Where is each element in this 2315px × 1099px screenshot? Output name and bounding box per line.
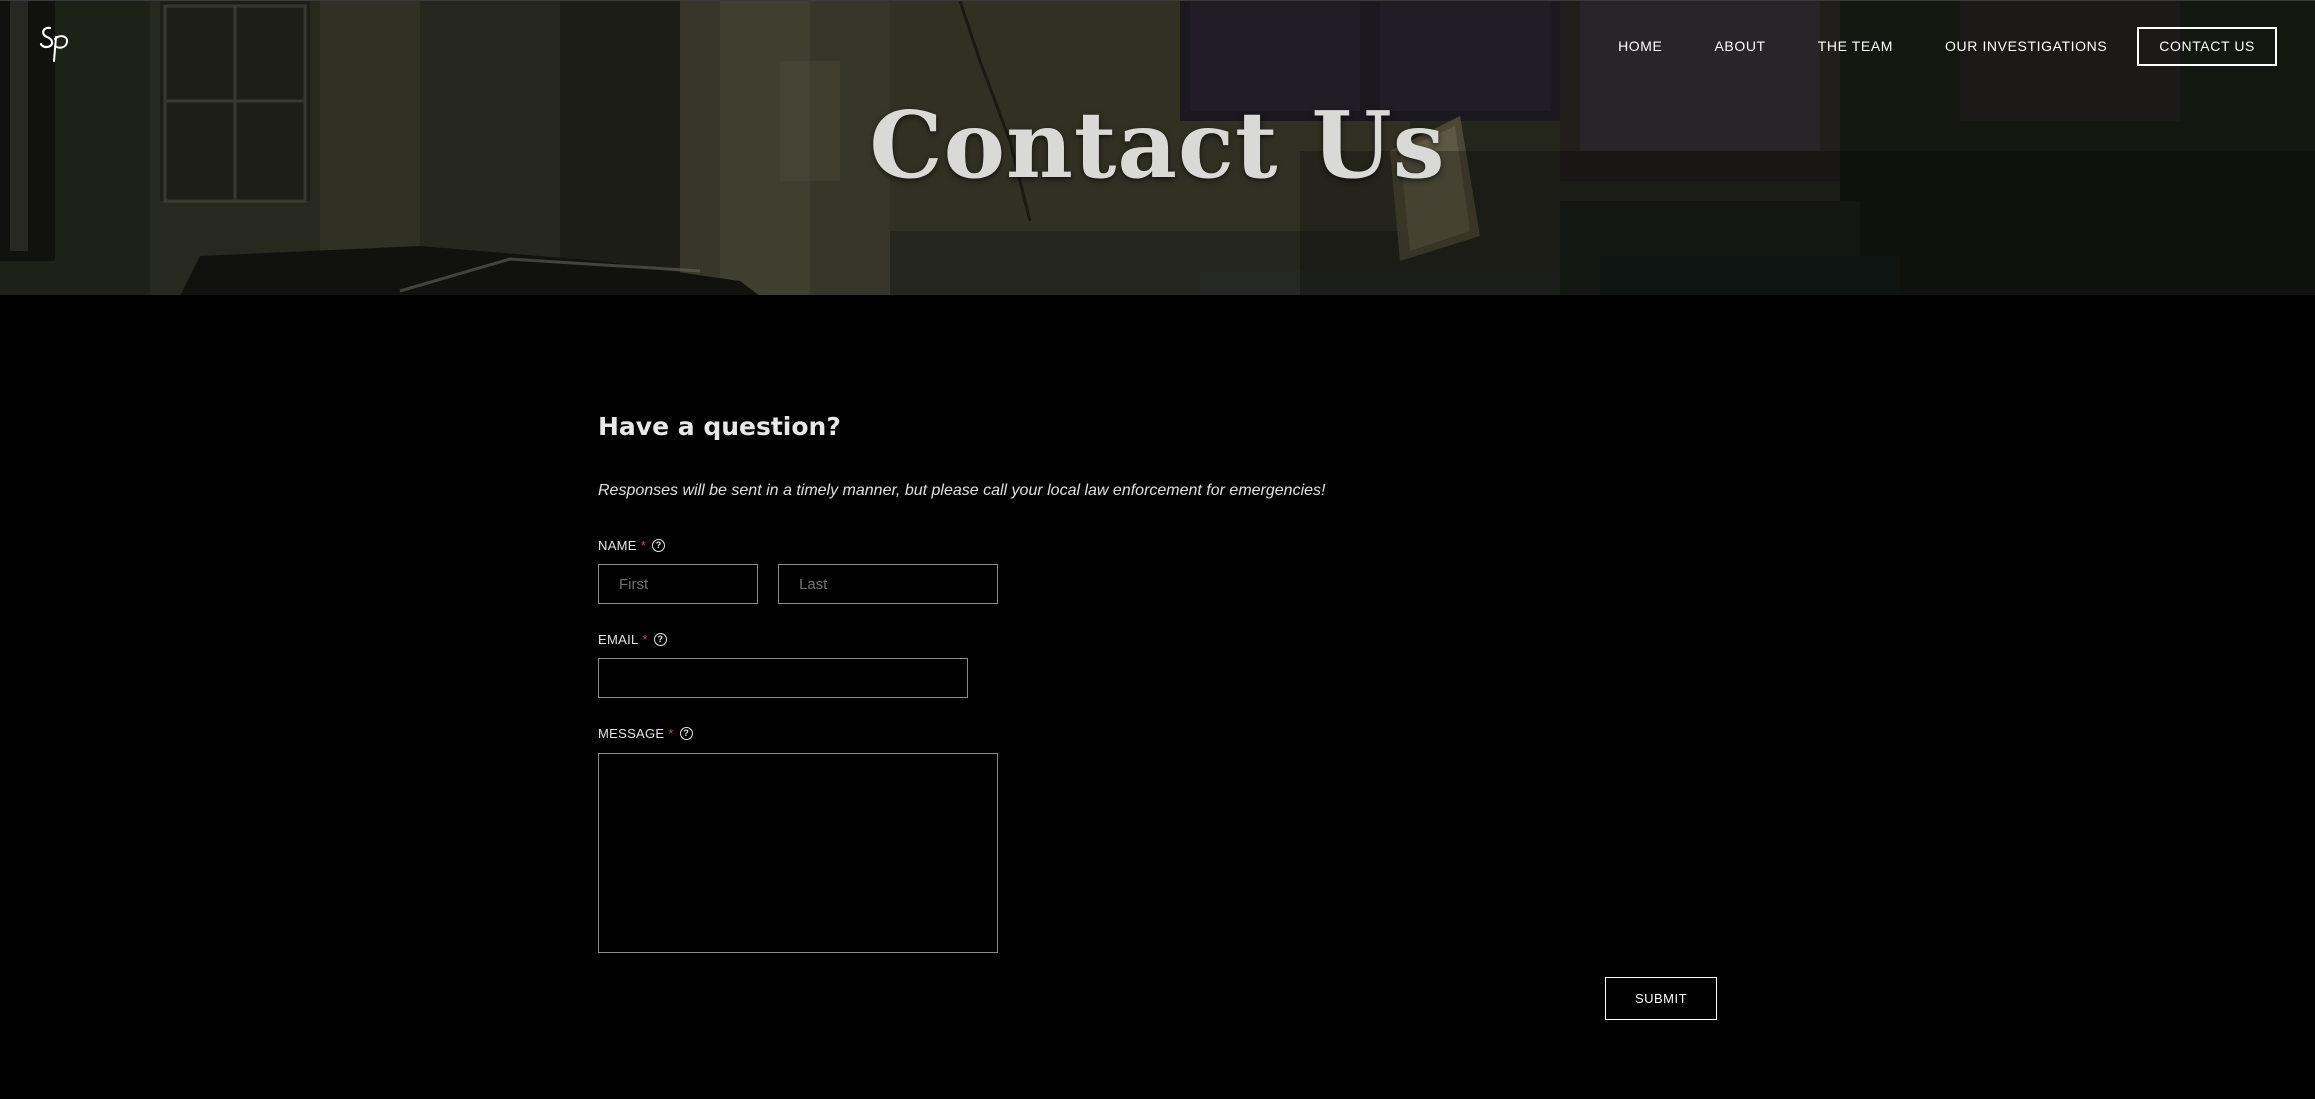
email-label-text: EMAIL [598,632,639,647]
hero-banner: HOME ABOUT THE TEAM OUR INVESTIGATIONS C… [0,0,2315,295]
page-title: Contact Us [869,91,1446,199]
nav-contact-us-button[interactable]: CONTACT US [2137,26,2277,66]
required-marker: * [668,726,674,741]
message-label-text: MESSAGE [598,726,665,741]
help-icon[interactable]: ? [679,727,693,740]
message-textarea[interactable] [598,753,998,953]
help-icon[interactable]: ? [652,539,666,552]
email-label: EMAIL * ? [598,632,667,647]
form-heading: Have a question? [598,412,841,441]
message-label: MESSAGE * ? [598,726,693,741]
first-name-input[interactable] [598,564,758,604]
submit-button[interactable]: SUBMIT [1605,977,1717,1020]
email-input[interactable] [598,658,968,698]
page: HOME ABOUT THE TEAM OUR INVESTIGATIONS C… [0,0,2315,1099]
nav-about[interactable]: ABOUT [1714,38,1765,54]
required-marker: * [640,538,647,553]
name-label-text: NAME [598,538,637,553]
help-icon[interactable]: ? [653,633,667,646]
last-name-input[interactable] [778,564,998,604]
form-subtext: Responses will be sent in a timely manne… [598,482,1326,499]
nav-our-investigations[interactable]: OUR INVESTIGATIONS [1945,38,2107,54]
contact-form: Have a question? Responses will be sent … [598,412,1720,1020]
name-label: NAME * ? [598,538,666,553]
nav-the-team[interactable]: THE TEAM [1818,38,1893,54]
nav-home[interactable]: HOME [1618,38,1662,54]
main-navigation: HOME ABOUT THE TEAM OUR INVESTIGATIONS C… [1618,26,2277,66]
required-marker: * [642,632,648,647]
logo[interactable] [38,23,72,63]
